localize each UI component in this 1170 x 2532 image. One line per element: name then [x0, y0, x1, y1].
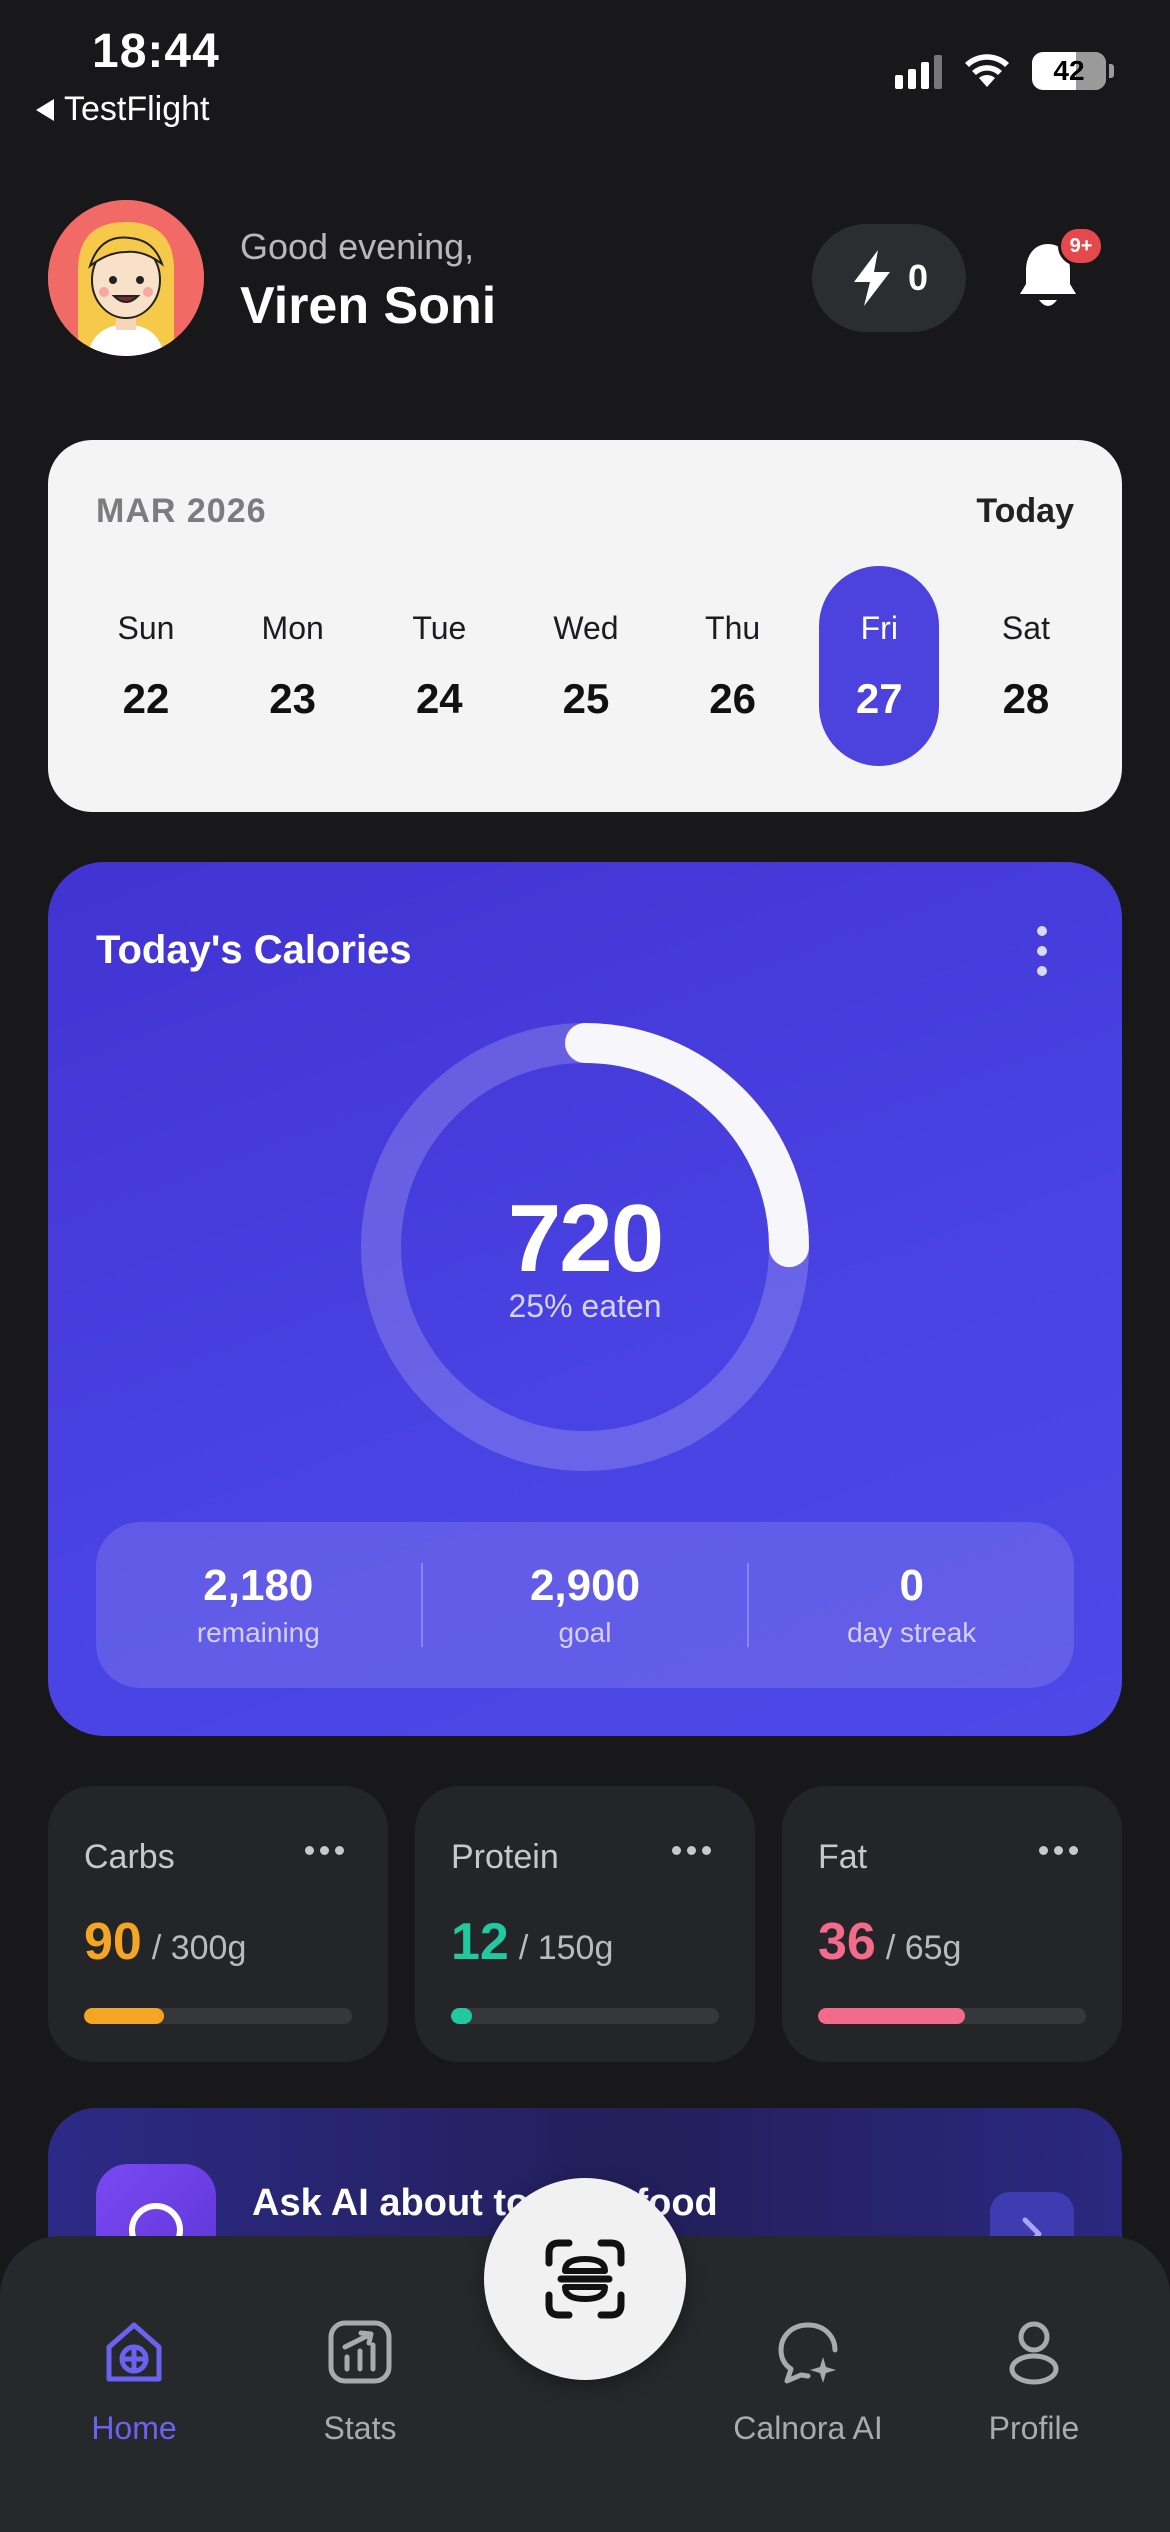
stats-icon [328, 2320, 392, 2384]
day-name: Sun [117, 609, 175, 646]
stat-value: 2,180 [203, 1561, 314, 1610]
today-button[interactable]: Today [976, 492, 1074, 531]
calendar-month: MAR 2026 [96, 492, 267, 530]
stat-goal: 2,900 goal [423, 1561, 748, 1649]
day-date: 22 [122, 674, 170, 722]
day-date: 28 [1002, 674, 1050, 722]
scan-icon [545, 2239, 625, 2319]
day-wed[interactable]: Wed 25 [526, 566, 646, 766]
macro-name: Fat [818, 1838, 868, 1876]
macro-progress-bar [451, 2008, 719, 2024]
day-mon[interactable]: Mon 23 [233, 566, 353, 766]
stat-remaining: 2,180 remaining [96, 1561, 421, 1649]
tab-label: Calnora AI [733, 2410, 883, 2446]
day-name: Thu [705, 609, 761, 646]
macro-progress-bar [84, 2008, 352, 2024]
greeting-text: Good evening, [240, 226, 475, 267]
day-sun[interactable]: Sun 22 [86, 566, 206, 766]
macro-goal: / 150g [518, 1929, 614, 1967]
day-name: Fri [860, 609, 898, 646]
macro-name: Carbs [84, 1838, 175, 1876]
tab-calnora-ai[interactable]: Calnora AI [708, 2312, 908, 2447]
tab-label: Stats [323, 2410, 397, 2446]
stat-value: 2,900 [529, 1561, 641, 1610]
back-arrow-icon [36, 98, 54, 121]
avatar-illustration [48, 200, 204, 356]
tab-label: Profile [988, 2410, 1080, 2446]
week-calendar: MAR 2026 Today Sun 22 Mon 23 Tue 24 Wed 25 T… [48, 440, 1122, 812]
day-date: 27 [855, 674, 903, 722]
calories-eaten-value: 720 [507, 1185, 664, 1292]
back-to-testflight[interactable]: TestFlight [36, 90, 210, 129]
more-options-icon[interactable] [305, 1846, 344, 1855]
day-fri-selected[interactable]: Fri 27 [819, 566, 940, 766]
profile-icon [1009, 2321, 1059, 2385]
notification-badge: 9+ [1058, 226, 1104, 266]
day-name: Mon [261, 609, 324, 646]
avatar[interactable] [48, 200, 204, 356]
streak-count: 0 [907, 257, 929, 298]
macro-goal: / 300g [151, 1929, 247, 1967]
status-bar: 18:44 TestFlight 42 [0, 0, 1170, 140]
macro-value-row: 36 / 65g [818, 1912, 961, 1972]
streak-button[interactable]: 0 [812, 224, 966, 332]
more-options-icon[interactable] [1036, 926, 1048, 976]
macro-value-row: 90 / 300g [84, 1912, 246, 1972]
macro-card-protein[interactable]: Protein 12 / 150g [415, 1786, 755, 2062]
macro-progress-fill [818, 2008, 966, 2024]
tab-stats[interactable]: Stats [260, 2312, 460, 2447]
day-name: Tue [412, 609, 467, 646]
day-date: 24 [415, 674, 463, 722]
day-name: Sat [1001, 609, 1050, 646]
macro-value: 36 [818, 1913, 876, 1971]
scan-food-button[interactable] [484, 2178, 686, 2380]
home-icon [106, 2322, 162, 2382]
wifi-icon [965, 54, 1009, 87]
macro-card-fat[interactable]: Fat 36 / 65g [782, 1786, 1122, 2062]
cellular-signal-icon [895, 53, 942, 89]
macro-card-carbs[interactable]: Carbs 90 / 300g [48, 1786, 388, 2062]
calories-title: Today's Calories [96, 928, 412, 972]
macro-value: 90 [84, 1913, 142, 1971]
battery-level: 42 [1053, 55, 1085, 86]
calendar-days: Sun 22 Mon 23 Tue 24 Wed 25 Thu 26 Fri 27 Sat 2… [86, 566, 1086, 766]
day-date: 25 [562, 674, 610, 722]
day-name: Wed [553, 609, 619, 646]
macro-progress-fill [451, 2008, 473, 2024]
day-thu[interactable]: Thu 26 [673, 566, 793, 766]
tab-label: Home [91, 2410, 177, 2446]
macro-goal: / 65g [885, 1929, 962, 1967]
macro-name: Protein [451, 1838, 559, 1876]
calories-card: Today's Calories 720 25% eaten 2,180 rem… [48, 862, 1122, 1736]
day-date: 23 [269, 674, 317, 722]
more-options-icon[interactable] [672, 1846, 711, 1855]
status-time: 18:44 [92, 25, 220, 78]
stat-label: day streak [847, 1617, 977, 1648]
stat-day-streak: 0 day streak [749, 1561, 1074, 1649]
day-sat[interactable]: Sat 28 [966, 566, 1086, 766]
stat-label: goal [558, 1617, 612, 1648]
macro-progress-bar [818, 2008, 1086, 2024]
stat-value: 0 [899, 1561, 924, 1610]
day-date: 26 [709, 674, 756, 722]
tab-profile[interactable]: Profile [934, 2312, 1134, 2447]
more-options-icon[interactable] [1039, 1846, 1078, 1855]
day-tue[interactable]: Tue 24 [379, 566, 499, 766]
macro-value: 12 [451, 1913, 509, 1971]
tab-home[interactable]: Home [34, 2312, 234, 2447]
macro-value-row: 12 / 150g [451, 1912, 613, 1972]
calorie-stats: 2,180 remaining 2,900 goal 0 day streak [96, 1522, 1074, 1688]
macro-progress-fill [84, 2008, 165, 2024]
ai-chat-icon [778, 2322, 838, 2384]
stat-label: remaining [196, 1617, 320, 1648]
battery-icon: 42 [1032, 52, 1114, 90]
user-name: Viren Soni [240, 277, 497, 335]
back-label: TestFlight [64, 90, 210, 128]
lightning-icon [853, 250, 890, 306]
status-icons: 42 [895, 52, 1114, 90]
calories-eaten-percent: 25% eaten [508, 1288, 662, 1324]
